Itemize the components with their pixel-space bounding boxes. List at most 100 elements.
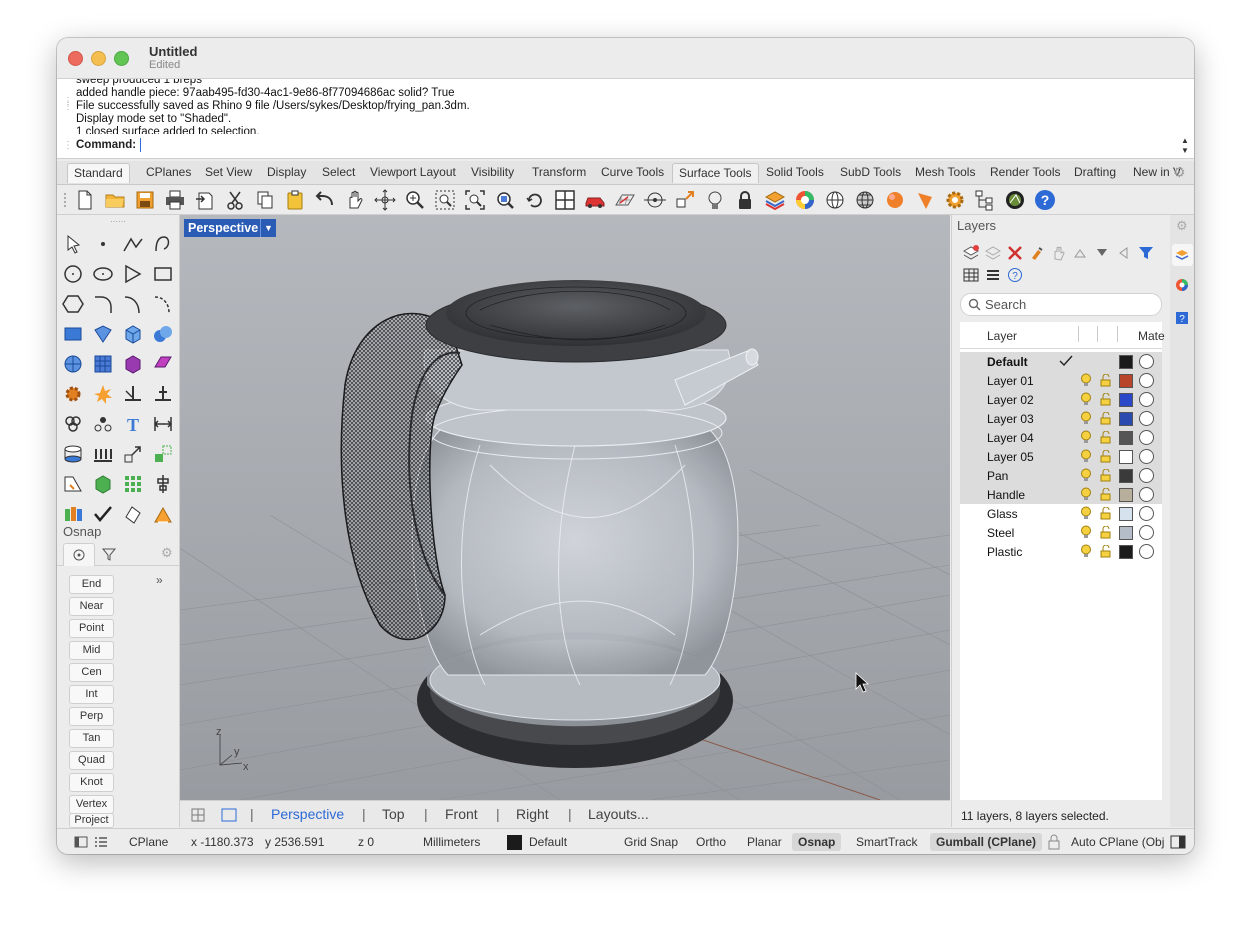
move-left-icon[interactable] <box>1117 247 1129 259</box>
rendered-sphere-icon[interactable] <box>884 189 906 211</box>
light-bulb-icon[interactable] <box>1080 544 1092 559</box>
osnap-knot-button[interactable]: Knot <box>69 773 114 792</box>
import-icon[interactable] <box>194 189 216 211</box>
material-swatch[interactable] <box>1139 468 1154 483</box>
zoom-window-icon[interactable] <box>434 189 456 211</box>
layer-row[interactable]: Glass <box>960 504 1162 523</box>
car-icon[interactable] <box>584 189 606 211</box>
light-bulb-icon[interactable] <box>1080 430 1092 445</box>
curve-icon[interactable] <box>152 233 174 255</box>
osnap-cen-button[interactable]: Cen <box>69 663 114 682</box>
layer-color-swatch[interactable] <box>1119 412 1133 426</box>
copy-icon[interactable] <box>254 189 276 211</box>
lock-icon[interactable] <box>734 189 756 211</box>
notes-icon[interactable] <box>62 503 84 525</box>
boolean-union-icon[interactable] <box>152 323 174 345</box>
delete-icon[interactable] <box>1007 245 1023 261</box>
tab-solid-tools[interactable]: Solid Tools <box>760 163 830 182</box>
material-swatch[interactable] <box>1139 487 1154 502</box>
layer-color-swatch[interactable] <box>1119 393 1133 407</box>
grid-snap-toggle[interactable]: Grid Snap <box>624 835 678 849</box>
ortho-toggle[interactable]: Ortho <box>696 835 726 849</box>
osnap-end-button[interactable]: End <box>69 575 114 594</box>
layer-name[interactable]: Layer 03 <box>987 412 1034 426</box>
curve-edit-icon[interactable] <box>152 293 174 315</box>
move-icon[interactable] <box>152 443 174 465</box>
layer-row[interactable]: Layer 04 <box>960 428 1162 447</box>
polygon-icon[interactable] <box>122 263 144 285</box>
layer-search-input[interactable]: Search <box>960 293 1162 316</box>
panel-toggle-icon[interactable] <box>1170 835 1186 849</box>
osnap-project-button[interactable]: Project <box>69 813 114 828</box>
zoom-extents-icon[interactable] <box>464 189 486 211</box>
tab-curve-tools[interactable]: Curve Tools <box>595 163 670 182</box>
polyline-icon[interactable] <box>122 233 144 255</box>
layer-name[interactable]: Pan <box>987 469 1008 483</box>
mesh-sphere-icon[interactable] <box>62 353 84 375</box>
hierarchy-icon[interactable] <box>974 189 996 211</box>
material-swatch[interactable] <box>1139 449 1154 464</box>
history-stepper[interactable]: ▲ ▼ <box>1179 136 1191 156</box>
layer-row[interactable]: Layer 05 <box>960 447 1162 466</box>
material-swatch[interactable] <box>1139 373 1154 388</box>
tab-visibility[interactable]: Visibility <box>465 163 520 182</box>
unlock-icon[interactable] <box>1100 431 1111 444</box>
layer-name[interactable]: Default <box>987 355 1028 369</box>
sidebar-toggle-icon[interactable] <box>74 835 88 849</box>
layer-name[interactable]: Layer 01 <box>987 374 1034 388</box>
gumball-toggle[interactable]: Gumball (CPlane) <box>930 833 1043 851</box>
subd-box-icon[interactable] <box>122 353 144 375</box>
material-swatch[interactable] <box>1139 506 1154 521</box>
filter-icon[interactable] <box>1138 245 1154 261</box>
materials-icon[interactable] <box>1175 278 1189 292</box>
four-viewports-icon[interactable] <box>554 189 576 211</box>
check-icon[interactable] <box>92 503 114 525</box>
viewport-scene[interactable]: z y x <box>180 215 950 800</box>
viewport-title[interactable]: Perspective <box>184 219 263 237</box>
layer-row[interactable]: Plastic <box>960 542 1162 561</box>
rotate-icon[interactable] <box>524 189 546 211</box>
new-sublayer-icon[interactable] <box>985 245 1001 261</box>
layer-row[interactable]: Steel <box>960 523 1162 542</box>
current-layer-check-icon[interactable] <box>1059 355 1073 367</box>
paste-icon[interactable] <box>284 189 306 211</box>
gear-icon[interactable]: ⚙ <box>161 545 173 561</box>
layer-color-swatch[interactable] <box>1119 507 1133 521</box>
material-swatch[interactable] <box>1139 411 1154 426</box>
tab-perspective[interactable]: Perspective <box>271 806 344 822</box>
column-header-layer[interactable]: Layer <box>987 329 1017 343</box>
dimension-icon[interactable] <box>152 413 174 435</box>
tab-right[interactable]: Right <box>516 806 549 822</box>
tab-mesh-tools[interactable]: Mesh Tools <box>909 163 981 182</box>
print-icon[interactable] <box>164 189 186 211</box>
osnap-tan-button[interactable]: Tan <box>69 729 114 748</box>
tab-layers[interactable] <box>1172 244 1193 266</box>
layer-row[interactable]: Default <box>960 352 1162 371</box>
group-icon[interactable] <box>62 413 84 435</box>
light-bulb-icon[interactable] <box>1080 449 1092 464</box>
tab-cplanes[interactable]: CPlanes <box>140 163 197 182</box>
surface-edge-icon[interactable] <box>92 323 114 345</box>
text-icon[interactable]: T <box>122 413 144 435</box>
cplane-grid-icon[interactable] <box>614 189 636 211</box>
unlock-icon[interactable] <box>1100 507 1111 520</box>
list-icon[interactable] <box>94 835 108 849</box>
drafting-icon[interactable] <box>152 503 174 525</box>
hexagon-icon[interactable] <box>62 293 84 315</box>
rotate-view-icon[interactable] <box>374 189 396 211</box>
grip-icon[interactable]: ⋮ <box>63 140 73 151</box>
array-icon[interactable] <box>92 443 114 465</box>
gear-tool-icon[interactable] <box>62 383 84 405</box>
render-cone-icon[interactable] <box>914 189 936 211</box>
single-viewport-icon[interactable] <box>221 808 237 822</box>
mesh-grid-icon[interactable] <box>92 353 114 375</box>
light-bulb-icon[interactable] <box>1080 468 1092 483</box>
tab-drafting[interactable]: Drafting <box>1068 163 1122 182</box>
analyze-icon[interactable] <box>62 473 84 495</box>
current-layer-label[interactable]: Default <box>529 835 567 849</box>
layer-row[interactable]: Handle <box>960 485 1162 504</box>
unlock-icon[interactable] <box>1100 526 1111 539</box>
cylinder-icon[interactable] <box>62 443 84 465</box>
layer-color-swatch[interactable] <box>1119 545 1133 559</box>
column-header-material[interactable]: Mate <box>1138 329 1165 343</box>
